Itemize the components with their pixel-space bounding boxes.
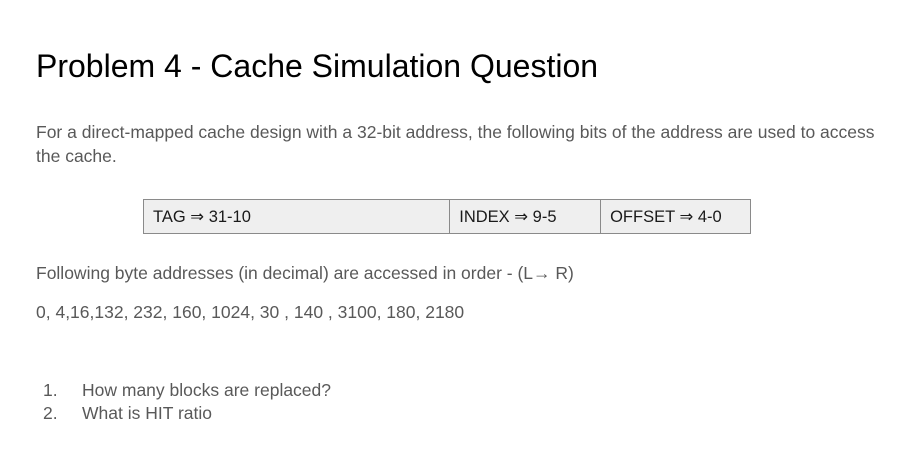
address-bits-table: TAG ⇒ 31-10 INDEX ⇒ 9-5 OFFSET ⇒ 4-0	[142, 199, 751, 234]
question-item: 2. What is HIT ratio	[36, 402, 331, 425]
question-text: How many blocks are replaced?	[82, 380, 332, 400]
question-number: 2.	[43, 403, 58, 423]
access-order-text: Following byte addresses (in decimal) ar…	[36, 263, 574, 283]
intro-paragraph: For a direct-mapped cache design with a …	[36, 122, 875, 166]
address-sequence: 0, 4,16,132, 232, 160, 1024, 30 , 140 , …	[36, 302, 465, 322]
page-title: Problem 4 - Cache Simulation Question	[36, 48, 599, 84]
offset-field-cell: OFFSET ⇒ 4-0	[600, 199, 751, 234]
question-item: 1. How many blocks are replaced?	[36, 379, 331, 402]
question-text: What is HIT ratio	[82, 403, 212, 423]
tag-field-cell: TAG ⇒ 31-10	[142, 199, 451, 234]
address-bits-row: TAG ⇒ 31-10 INDEX ⇒ 9-5 OFFSET ⇒ 4-0	[142, 199, 751, 234]
index-field-cell: INDEX ⇒ 9-5	[449, 199, 602, 234]
question-number: 1.	[43, 380, 58, 400]
question-list: 1. How many blocks are replaced? 2. What…	[36, 379, 331, 425]
